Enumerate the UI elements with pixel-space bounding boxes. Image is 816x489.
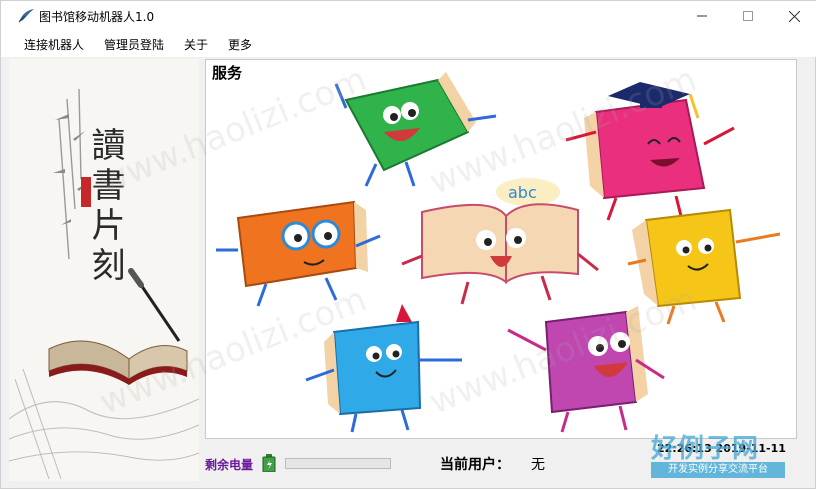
menu-about[interactable]: 关于 bbox=[184, 36, 208, 53]
current-user-value: 无 bbox=[531, 457, 545, 473]
minimize-icon bbox=[697, 15, 707, 17]
menu-connect-robot[interactable]: 连接机器人 bbox=[24, 36, 84, 53]
red-seal bbox=[81, 177, 91, 207]
blue-book-character bbox=[305, 304, 462, 433]
watermark-brand: 好例子网 开发实例分享交流平台 bbox=[651, 428, 791, 480]
menu-more[interactable]: 更多 bbox=[228, 36, 252, 53]
reading-poster-illustration: 讀書片刻 bbox=[9, 59, 199, 481]
menu-admin-login[interactable]: 管理员登陆 bbox=[104, 36, 164, 53]
watermark-brand-slogan: 开发实例分享交流平台 bbox=[651, 462, 785, 478]
close-icon bbox=[788, 10, 800, 22]
cartoon-books-illustration: abc bbox=[216, 72, 781, 433]
minimize-button[interactable] bbox=[679, 1, 725, 31]
reading-poster-panel: 讀書片刻 bbox=[9, 59, 199, 481]
orange-book-character bbox=[216, 200, 381, 307]
service-panel: abc 服务 bbox=[205, 59, 797, 439]
app-feather-icon bbox=[18, 9, 34, 23]
purple-book-character bbox=[507, 306, 665, 433]
pink-book-character bbox=[565, 82, 735, 221]
title-bar[interactable]: 图书馆移动机器人1.0 bbox=[1, 1, 816, 31]
maximize-button[interactable] bbox=[725, 1, 771, 31]
close-button[interactable] bbox=[771, 1, 816, 31]
app-window: 图书馆移动机器人1.0 连接机器人 管理员登陆 关于 更多 讀書片刻 abc 服… bbox=[0, 0, 816, 489]
green-book-character bbox=[334, 72, 497, 187]
battery-label: 剩余电量 bbox=[205, 458, 254, 472]
battery-progress-bar bbox=[285, 458, 391, 469]
abc-speech-bubble: abc bbox=[496, 178, 560, 206]
svg-text:abc: abc bbox=[508, 183, 537, 202]
current-user-label: 当前用户： bbox=[440, 457, 510, 473]
service-title: 服务 bbox=[212, 64, 243, 82]
watermark-brand-title: 好例子网 bbox=[651, 434, 760, 464]
battery-icon bbox=[262, 454, 276, 472]
window-title: 图书馆移动机器人1.0 bbox=[39, 10, 155, 24]
maximize-icon bbox=[743, 11, 753, 21]
menu-bar: 连接机器人 管理员登陆 关于 更多 bbox=[1, 31, 816, 57]
yellow-book-character bbox=[627, 208, 781, 325]
open-book-character bbox=[401, 203, 599, 305]
